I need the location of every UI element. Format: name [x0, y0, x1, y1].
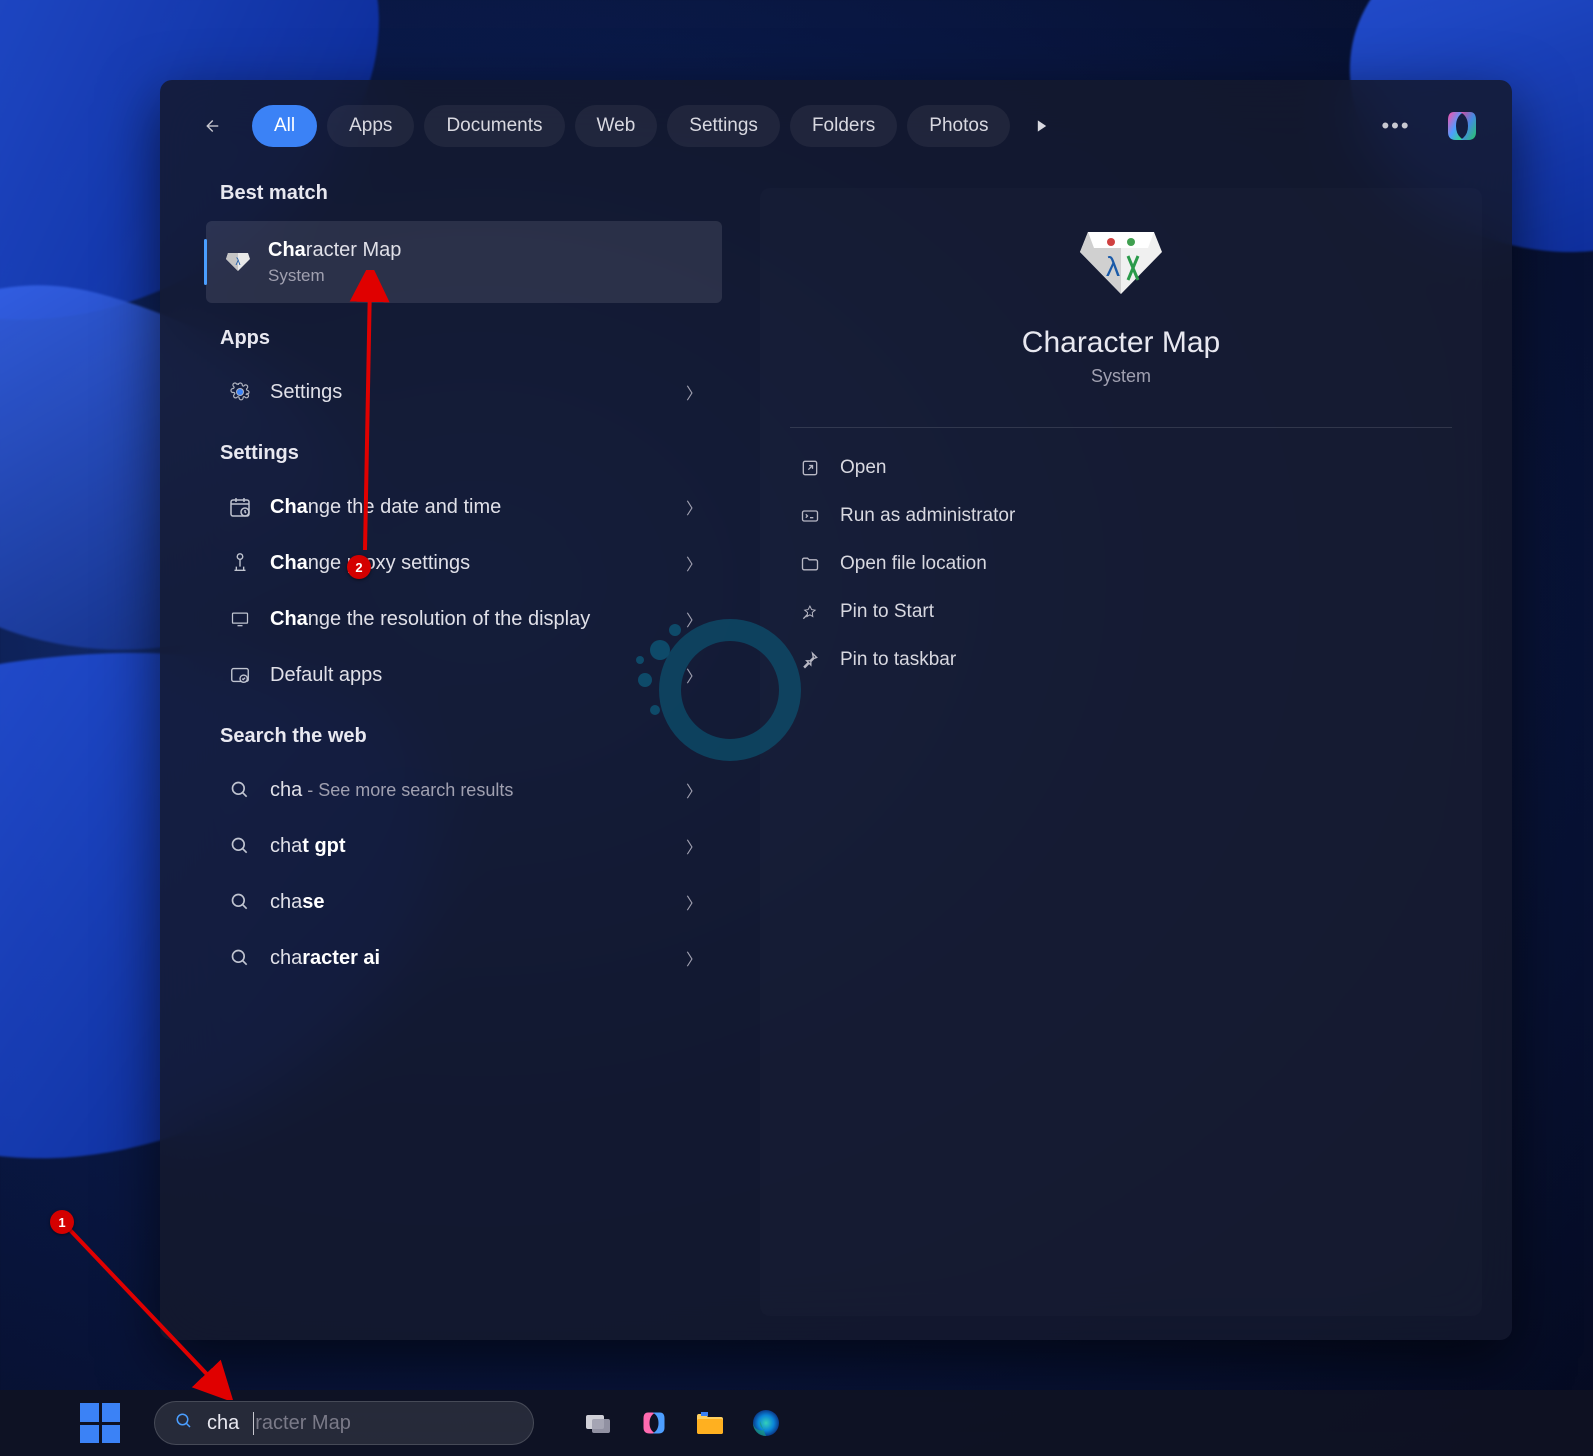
- copilot-icon[interactable]: [1442, 106, 1482, 146]
- annotation-badge-1: 1: [50, 1210, 74, 1234]
- filter-photos[interactable]: Photos: [907, 105, 1010, 147]
- filter-settings[interactable]: Settings: [667, 105, 780, 147]
- panel-header: All Apps Documents Web Settings Folders …: [160, 80, 1512, 164]
- chevron-right-icon: 〉: [686, 663, 702, 687]
- chevron-right-icon: 〉: [686, 834, 702, 858]
- filter-apps[interactable]: Apps: [327, 105, 414, 147]
- pin-icon: [798, 648, 822, 672]
- settings-icon: [226, 378, 254, 406]
- action-label: Open: [840, 457, 886, 479]
- web-result-chase[interactable]: chase 〉: [208, 876, 722, 928]
- best-match-title: Character Map: [268, 237, 702, 263]
- setting-result-resolution[interactable]: Change the resolution of the display 〉: [208, 593, 722, 645]
- charmap-icon: λ: [224, 248, 252, 276]
- web-result-chatgpt[interactable]: chat gpt 〉: [208, 820, 722, 872]
- copilot-taskbar-button[interactable]: [634, 1403, 674, 1443]
- web-result-character-ai[interactable]: character ai 〉: [208, 932, 722, 984]
- setting-result-proxy[interactable]: Change proxy settings 〉: [208, 537, 722, 589]
- action-label: Pin to taskbar: [840, 649, 956, 671]
- best-match-result[interactable]: λ Character Map System: [206, 221, 722, 303]
- search-panel: All Apps Documents Web Settings Folders …: [160, 80, 1512, 1340]
- search-icon: [175, 1412, 193, 1435]
- result-label: Default apps: [270, 662, 670, 688]
- svg-text:λ: λ: [1106, 251, 1120, 282]
- action-pin-start[interactable]: Pin to Start: [790, 588, 1452, 636]
- preview-column: λ Character Map System Open Run as admin…: [740, 164, 1512, 1340]
- filter-documents[interactable]: Documents: [424, 105, 564, 147]
- open-icon: [798, 456, 822, 480]
- result-label: character ai: [270, 945, 670, 971]
- action-pin-taskbar[interactable]: Pin to taskbar: [790, 636, 1452, 684]
- app-result-settings[interactable]: Settings 〉: [208, 366, 722, 418]
- annotation-badge-2: 2: [347, 555, 371, 579]
- preview-card: λ Character Map System Open Run as admin…: [760, 188, 1482, 1316]
- action-open[interactable]: Open: [790, 444, 1452, 492]
- panel-menu-button[interactable]: •••: [1374, 104, 1418, 148]
- filter-web[interactable]: Web: [575, 105, 658, 147]
- chevron-right-icon: 〉: [686, 551, 702, 575]
- result-label: Change the resolution of the display: [270, 606, 670, 632]
- svg-text:λ: λ: [236, 257, 241, 268]
- admin-icon: [798, 504, 822, 528]
- pin-icon: [798, 600, 822, 624]
- folder-icon: [798, 552, 822, 576]
- back-button[interactable]: [190, 106, 230, 146]
- action-open-location[interactable]: Open file location: [790, 540, 1452, 588]
- preview-subtitle: System: [1091, 366, 1151, 387]
- chevron-right-icon: 〉: [686, 495, 702, 519]
- action-label: Pin to Start: [840, 601, 934, 623]
- result-label: chase: [270, 889, 670, 915]
- display-icon: [226, 605, 254, 633]
- start-button[interactable]: [80, 1403, 120, 1443]
- taskbar-search-box[interactable]: cha racter Map: [154, 1401, 534, 1445]
- chevron-right-icon: 〉: [686, 890, 702, 914]
- preview-app-icon: λ: [1076, 228, 1166, 298]
- chevron-right-icon: 〉: [686, 946, 702, 970]
- date-time-icon: [226, 493, 254, 521]
- filter-all[interactable]: All: [252, 105, 317, 147]
- best-match-subtitle: System: [268, 265, 702, 287]
- preview-divider: [790, 427, 1452, 428]
- result-label: chat gpt: [270, 833, 670, 859]
- search-ghost-text: racter Map: [253, 1412, 351, 1435]
- section-header-settings: Settings: [160, 422, 740, 477]
- section-header-best-match: Best match: [160, 172, 740, 217]
- section-header-apps: Apps: [160, 307, 740, 362]
- filter-folders[interactable]: Folders: [790, 105, 897, 147]
- setting-result-default-apps[interactable]: Default apps 〉: [208, 649, 722, 701]
- result-label: cha - See more search results: [270, 777, 670, 803]
- result-label: Change proxy settings: [270, 550, 670, 576]
- preview-title: Character Map: [1022, 326, 1220, 360]
- section-header-web: Search the web: [160, 705, 740, 760]
- result-label: Change the date and time: [270, 494, 670, 520]
- chevron-right-icon: 〉: [686, 380, 702, 404]
- web-result-cha[interactable]: cha - See more search results 〉: [208, 764, 722, 816]
- edge-browser-button[interactable]: [746, 1403, 786, 1443]
- chevron-right-icon: 〉: [686, 607, 702, 631]
- search-icon: [226, 888, 254, 916]
- proxy-icon: [226, 549, 254, 577]
- results-column: Best match λ Character Map System Apps S…: [160, 164, 740, 1340]
- default-apps-icon: [226, 661, 254, 689]
- file-explorer-button[interactable]: [690, 1403, 730, 1443]
- search-icon: [226, 944, 254, 972]
- more-filters-button[interactable]: [1020, 104, 1064, 148]
- search-icon: [226, 776, 254, 804]
- action-run-admin[interactable]: Run as administrator: [790, 492, 1452, 540]
- taskbar: cha racter Map: [0, 1390, 1593, 1456]
- action-label: Open file location: [840, 553, 987, 575]
- chevron-right-icon: 〉: [686, 778, 702, 802]
- search-typed-text: cha: [207, 1412, 239, 1435]
- result-label: Settings: [270, 379, 670, 405]
- search-icon: [226, 832, 254, 860]
- action-label: Run as administrator: [840, 505, 1015, 527]
- taskview-button[interactable]: [578, 1403, 618, 1443]
- setting-result-date-time[interactable]: Change the date and time 〉: [208, 481, 722, 533]
